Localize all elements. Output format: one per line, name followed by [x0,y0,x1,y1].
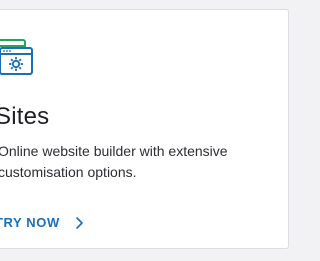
product-description: Online website builder with extensive cu… [0,143,228,180]
product-card-sites: Sites Online website builder with extens… [0,9,289,249]
chevron-right-icon [73,216,87,230]
browser-gear-icon [0,39,36,77]
try-now-label: TRY NOW [0,215,60,230]
product-title: Sites [0,103,50,130]
try-now-link[interactable]: TRY NOW [0,215,87,230]
